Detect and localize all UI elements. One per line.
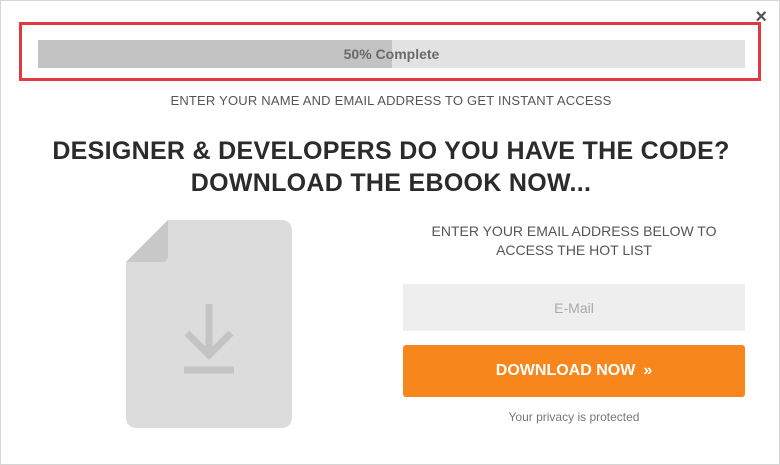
download-now-button[interactable]: DOWNLOAD NOW »: [403, 345, 745, 397]
subheading: ENTER YOUR NAME AND EMAIL ADDRESS TO GET…: [170, 93, 612, 108]
privacy-note: Your privacy is protected: [508, 410, 640, 424]
optin-popup: × 50% Complete ENTER YOUR NAME AND EMAIL…: [0, 0, 780, 465]
progress-bar: 50% Complete: [38, 40, 745, 68]
double-chevron-right-icon: »: [643, 362, 653, 379]
form-heading-line-2: ACCESS THE HOT LIST: [496, 242, 652, 258]
headline: DESIGNER & DEVELOPERS DO YOU HAVE THE CO…: [1, 135, 780, 199]
form-heading-line-1: ENTER YOUR EMAIL ADDRESS BELOW TO: [431, 223, 717, 239]
headline-line-1: DESIGNER & DEVELOPERS DO YOU HAVE THE CO…: [52, 137, 730, 165]
form-heading: ENTER YOUR EMAIL ADDRESS BELOW TO ACCESS…: [403, 222, 745, 260]
file-download-icon: [126, 220, 292, 428]
email-field[interactable]: [403, 284, 745, 331]
progress-label: 50% Complete: [343, 46, 440, 62]
download-button-label: DOWNLOAD NOW: [495, 362, 636, 379]
headline-line-2: DOWNLOAD THE EBOOK NOW...: [190, 169, 592, 197]
